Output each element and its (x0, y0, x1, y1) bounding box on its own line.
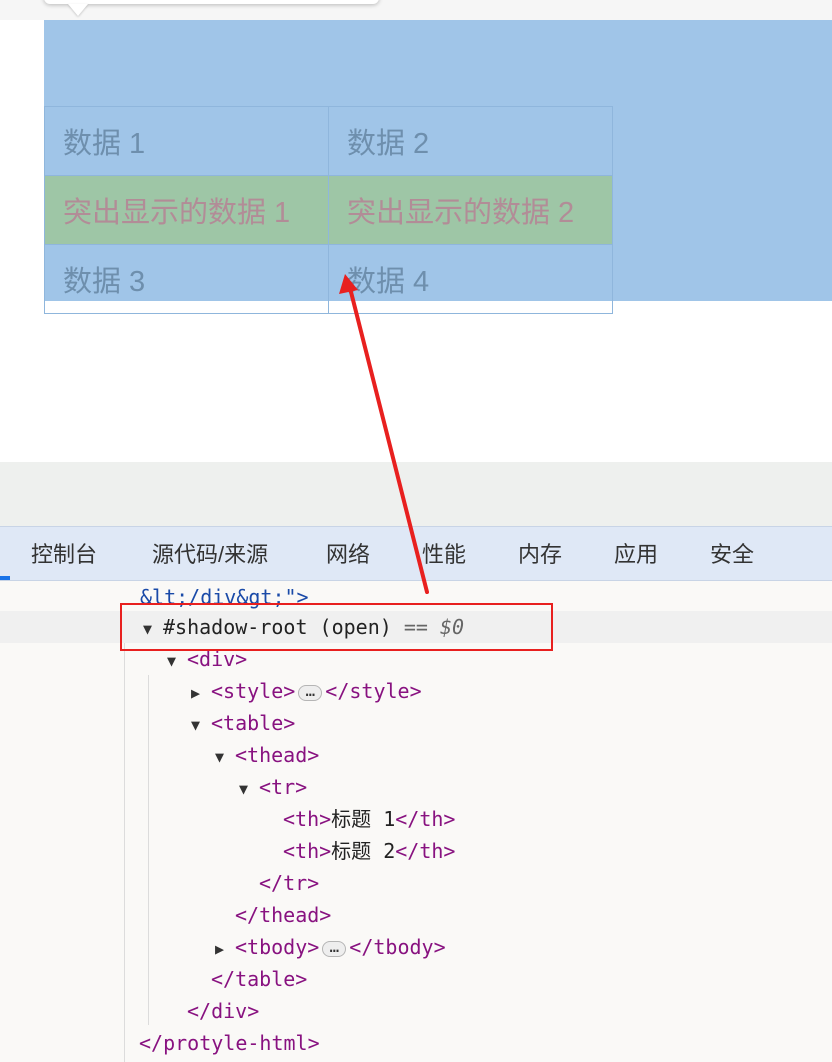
expand-triangle-icon[interactable]: ▼ (239, 773, 259, 805)
ellipsis-icon[interactable]: … (298, 682, 323, 701)
tooltip-popover (44, 0, 379, 4)
dom-tr-close-line[interactable]: </tr> (259, 867, 319, 899)
dom-thead-open-line[interactable]: ▼ <thead> (215, 739, 319, 771)
tab-network[interactable]: 网络 (326, 527, 370, 582)
dom-protyle-close-line[interactable]: </protyle-html> (139, 1027, 320, 1059)
tab-sources[interactable]: 源代码/来源 (152, 527, 268, 582)
tab-security[interactable]: 安全 (710, 527, 754, 582)
ellipsis-icon[interactable]: … (322, 938, 347, 957)
tab-memory[interactable]: 内存 (518, 527, 562, 582)
tab-application[interactable]: 应用 (614, 527, 658, 582)
dom-table-close-line[interactable]: </table> (211, 963, 307, 995)
table-cell: 数据 4 (328, 244, 613, 314)
dom-th2-line[interactable]: <th>标题 2</th> (283, 835, 455, 867)
devtools-spacer (0, 462, 832, 526)
table-row: 数据 3 数据 4 (44, 244, 613, 314)
table-cell: 突出显示的数据 1 (44, 175, 329, 245)
dom-div-close-line[interactable]: </div> (187, 995, 259, 1027)
tree-guide-line (148, 675, 149, 1025)
tree-guide-line (124, 643, 125, 1062)
table-cell: 数据 3 (44, 244, 329, 314)
collapse-triangle-icon[interactable]: ▶ (215, 933, 235, 965)
tab-performance[interactable]: 性能 (422, 527, 466, 582)
dom-th1-line[interactable]: <th>标题 1</th> (283, 803, 455, 835)
dom-tr-open-line[interactable]: ▼ <tr> (239, 771, 307, 803)
collapse-triangle-icon[interactable]: ▶ (191, 677, 211, 709)
tab-console[interactable]: 控制台 (31, 527, 97, 582)
active-tab-indicator (0, 576, 10, 580)
expand-triangle-icon[interactable]: ▼ (215, 741, 235, 773)
tooltip-arrow-icon (68, 4, 88, 16)
table-row: 数据 1 数据 2 (44, 106, 613, 176)
expand-triangle-icon[interactable]: ▼ (191, 709, 211, 741)
data-table: 数据 1 数据 2 突出显示的数据 1 突出显示的数据 2 数据 3 数据 4 (44, 106, 613, 314)
table-cell: 突出显示的数据 2 (328, 175, 613, 245)
dom-table-open-line[interactable]: ▼ <table> (191, 707, 295, 739)
dom-tbody-line[interactable]: ▶ <tbody>… </tbody> (215, 931, 446, 963)
table-cell: 数据 2 (328, 106, 613, 176)
annotation-highlight-box (120, 603, 553, 651)
table-cell: 数据 1 (44, 106, 329, 176)
table-row-highlighted: 突出显示的数据 1 突出显示的数据 2 (44, 175, 613, 245)
dom-style-line[interactable]: ▶ <style>… </style> (191, 675, 422, 707)
page-preview: 数据 1 数据 2 突出显示的数据 1 突出显示的数据 2 数据 3 数据 4 (0, 0, 832, 462)
dom-thead-close-line[interactable]: </thead> (235, 899, 331, 931)
devtools-tab-bar: 控制台 源代码/来源 网络 性能 内存 应用 安全 (0, 526, 832, 581)
